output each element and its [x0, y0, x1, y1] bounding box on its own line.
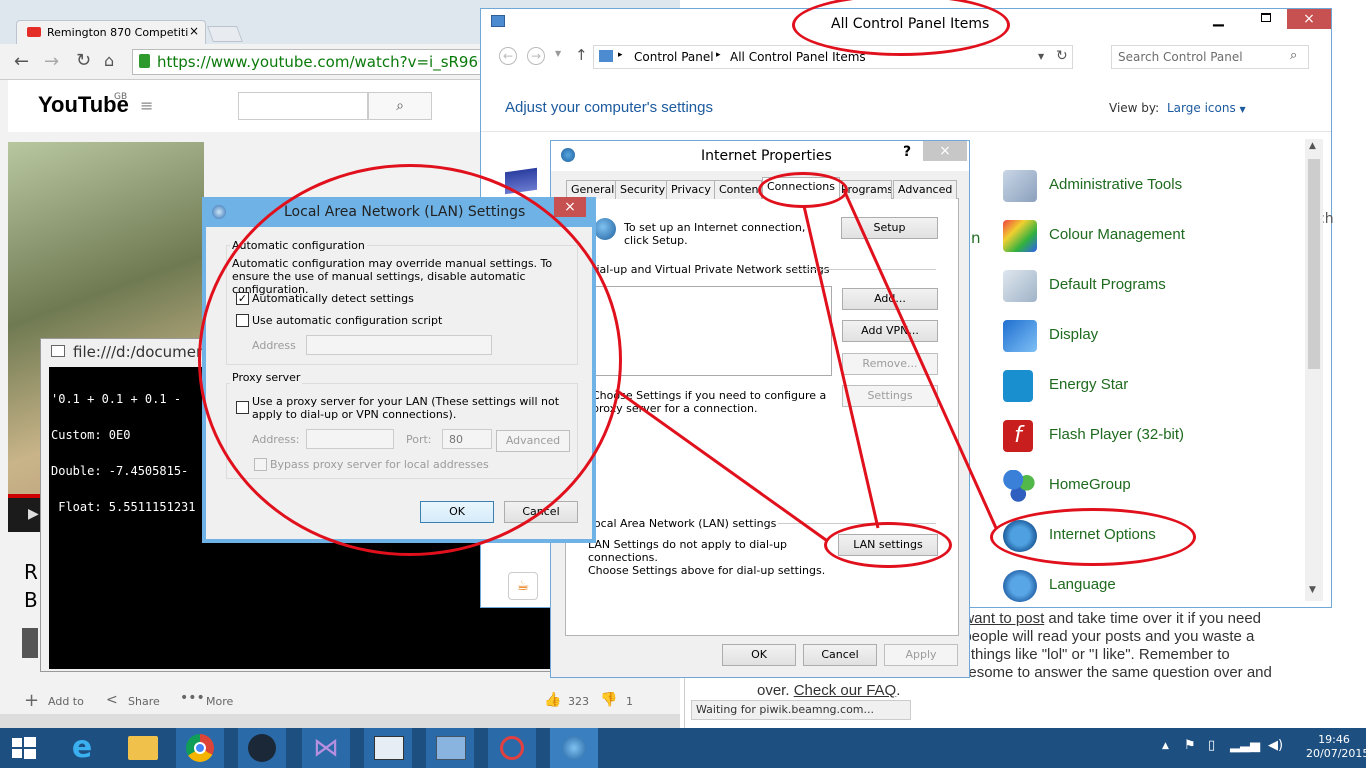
visual-studio-icon[interactable]: ⋈: [302, 728, 350, 768]
steam-icon[interactable]: [238, 728, 286, 768]
snipping-tool-icon[interactable]: [488, 728, 536, 768]
annotation-line: [802, 205, 880, 529]
annotation-line: [615, 388, 827, 542]
control-panel-icon[interactable]: [426, 728, 474, 768]
chrome-icon[interactable]: [176, 728, 224, 768]
internet-options-taskbar-icon[interactable]: [550, 728, 598, 768]
clock-date: 20/07/2015: [1306, 747, 1366, 760]
tray-expand-icon[interactable]: ▲: [1162, 741, 1169, 751]
annotation-lines: [615, 189, 998, 542]
clock[interactable]: 19:46 20/07/2015: [1306, 733, 1366, 761]
app-icon[interactable]: [364, 728, 412, 768]
clock-time: 19:46: [1318, 733, 1350, 746]
explorer-icon[interactable]: [118, 728, 166, 768]
start-icon[interactable]: [0, 728, 48, 768]
network-icon[interactable]: ▂▃▅: [1230, 738, 1260, 753]
taskbar: e ⋈ ▲ ⚑ ▯ ▂▃▅ ◀) 19:46 20/07/2015: [0, 728, 1366, 768]
volume-icon[interactable]: ◀): [1268, 738, 1283, 753]
action-center-icon[interactable]: ⚑: [1184, 738, 1196, 753]
ie-icon[interactable]: e: [58, 728, 106, 768]
battery-icon[interactable]: ▯: [1208, 738, 1215, 753]
